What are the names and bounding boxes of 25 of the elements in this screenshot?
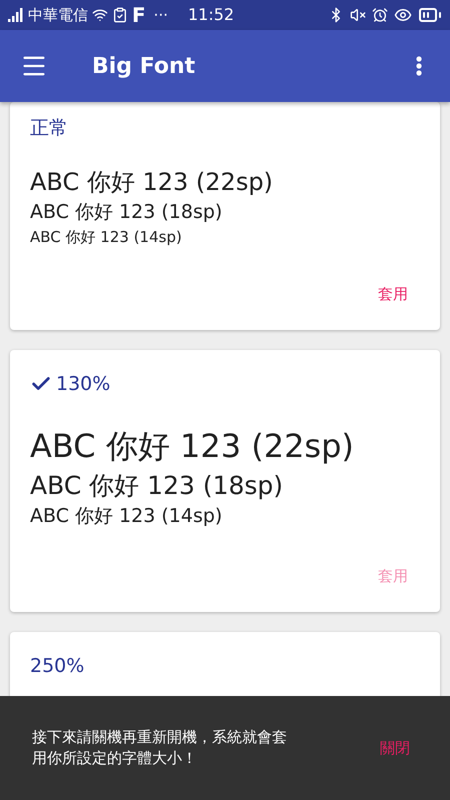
signal-icon <box>8 8 24 22</box>
wifi-icon <box>92 7 108 23</box>
sample-text: ABC 你好 123 (18sp) <box>30 200 224 224</box>
more-notifications: ··· <box>154 4 168 26</box>
apply-button[interactable]: 套用 <box>366 279 420 310</box>
app-letter: F <box>132 5 146 25</box>
eye-icon <box>394 6 412 24</box>
sample-text: ABC 你好 123 (22sp) <box>30 426 355 466</box>
mute-icon <box>350 7 366 23</box>
more-options-icon <box>416 56 422 76</box>
app-title: Big Font <box>92 52 196 80</box>
sample-text: ABC 你好 123 (22sp) <box>30 166 274 196</box>
clipboard-icon <box>112 7 128 23</box>
card-title: 正常 <box>30 116 68 141</box>
card-title: 130% <box>56 372 110 396</box>
sample-text: ABC 你好 123 (18sp) <box>30 470 284 502</box>
font-size-card[interactable]: 正常 ABC 你好 123 (22sp) ABC 你好 123 (18sp) ABC 你好 123 (14sp) 套用 <box>10 102 440 330</box>
snackbar-message: 接下來請關機再重新開機，系統就會套用你所設定的字體大小！ <box>32 727 288 769</box>
sample-text: ABC 你好 123 (14sp) <box>30 228 183 247</box>
card-title: 250% <box>30 654 84 678</box>
clock-time: 11:52 <box>188 4 234 26</box>
carrier-text: 中華電信 <box>28 4 88 26</box>
alarm-icon <box>372 7 388 23</box>
sample-text: ABC 你好 123 (14sp) <box>30 505 224 529</box>
more-options-button[interactable] <box>416 56 422 76</box>
